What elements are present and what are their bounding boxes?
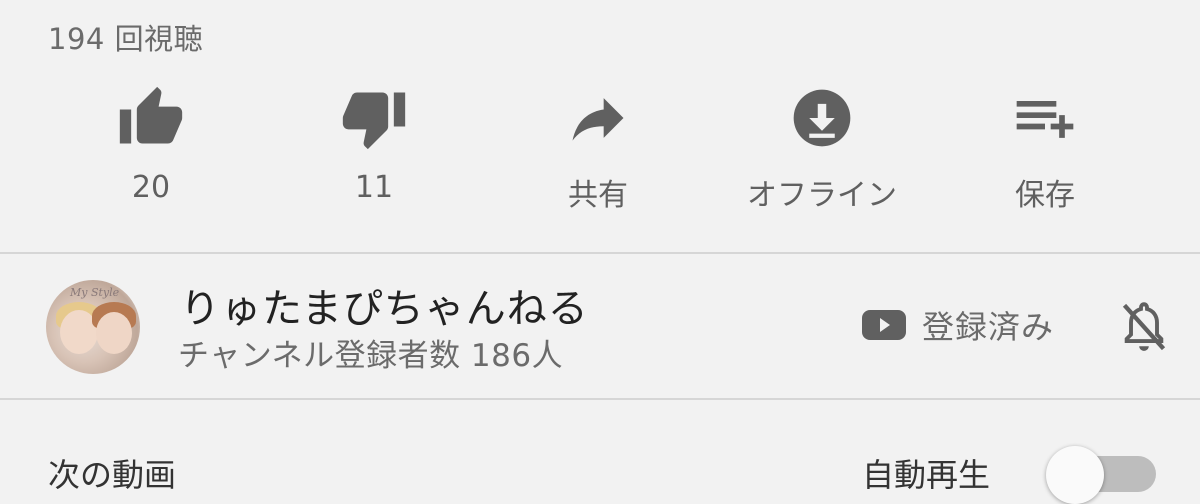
dislike-button[interactable]: 11: [274, 82, 474, 222]
share-icon: [562, 82, 634, 154]
offline-button[interactable]: オフライン: [722, 82, 922, 222]
playlist-add-icon: [1009, 82, 1081, 154]
autoplay-toggle-knob[interactable]: [1046, 446, 1104, 504]
subscriber-count: チャンネル登録者数 186人: [178, 338, 564, 374]
offline-label: オフライン: [747, 178, 897, 213]
divider: [0, 252, 1200, 254]
autoplay-label: 自動再生: [862, 456, 991, 494]
avatar-face: [96, 312, 132, 354]
bell-off-icon[interactable]: [1118, 298, 1170, 356]
avatar-script: My Style: [70, 286, 120, 299]
like-count: 20: [131, 170, 171, 205]
view-count: 194 回視聴: [48, 22, 204, 56]
channel-avatar[interactable]: My Style: [46, 280, 140, 374]
subscribed-label: 登録済み: [922, 308, 1055, 346]
action-bar: 20 11 共有 オフライン 保存: [0, 82, 1200, 222]
download-icon: [786, 82, 858, 154]
thumb-down-icon: [338, 82, 410, 154]
like-button[interactable]: 20: [51, 82, 251, 222]
subscribed-button[interactable]: 登録済み: [862, 302, 1054, 348]
divider: [0, 398, 1200, 400]
save-label: 保存: [1015, 178, 1075, 213]
share-button[interactable]: 共有: [498, 82, 698, 222]
share-label: 共有: [568, 178, 628, 213]
thumb-up-icon: [115, 82, 187, 154]
channel-name[interactable]: りゅたまぴちゃんねる: [180, 276, 589, 334]
up-next-label: 次の動画: [48, 456, 177, 494]
dislike-count: 11: [354, 170, 394, 205]
youtube-icon: [862, 308, 906, 342]
save-button[interactable]: 保存: [945, 82, 1145, 222]
